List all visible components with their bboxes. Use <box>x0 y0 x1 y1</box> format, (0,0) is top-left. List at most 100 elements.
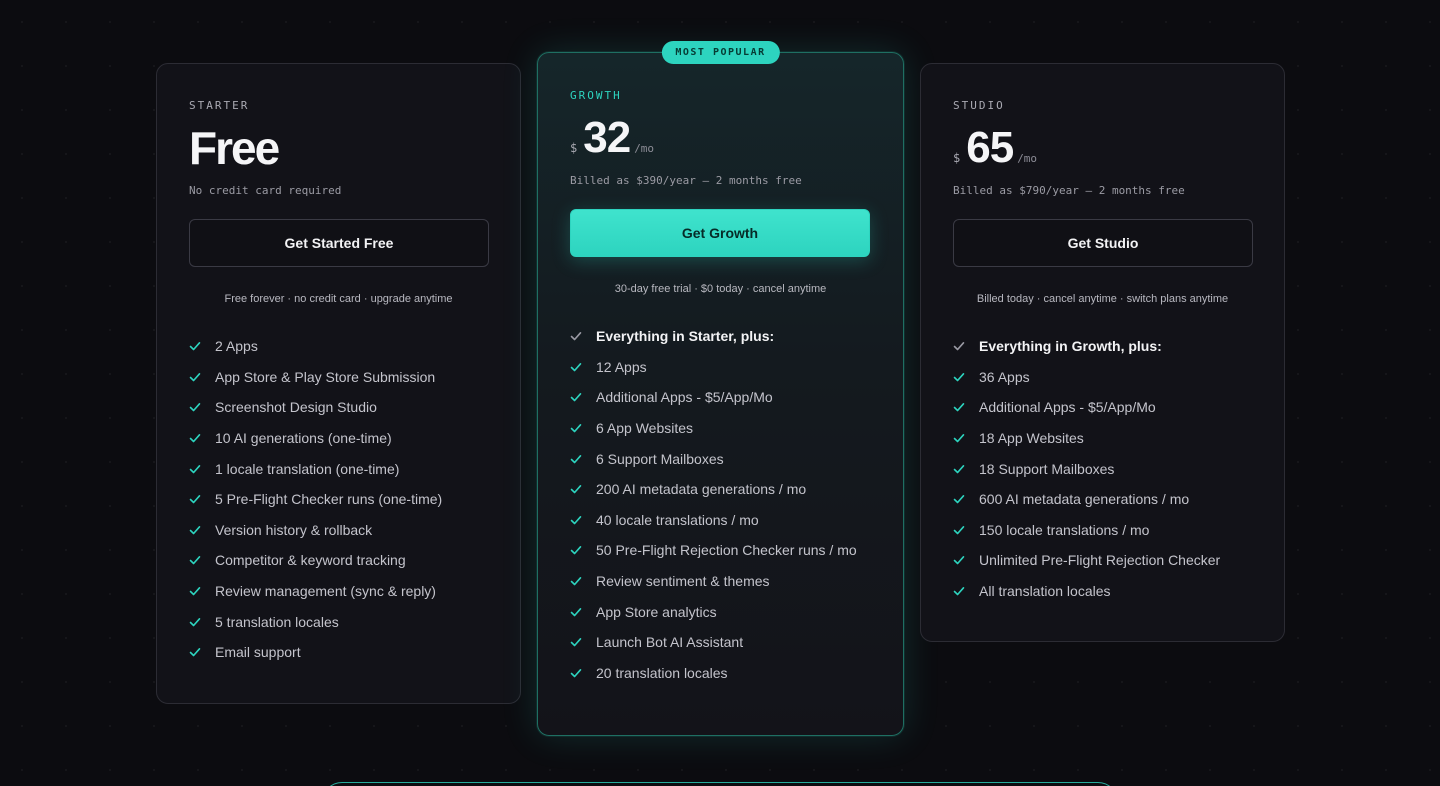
get-started-free-button[interactable]: Get Started Free <box>189 219 489 267</box>
feature-label: 12 Apps <box>596 358 647 375</box>
check-icon <box>189 616 201 628</box>
check-icon <box>570 636 582 648</box>
feature-label: Everything in Starter, plus: <box>596 328 775 345</box>
feature-item: 6 Support Mailboxes <box>570 443 871 474</box>
check-icon <box>570 483 582 495</box>
check-icon <box>189 432 201 444</box>
check-icon <box>189 554 201 566</box>
check-icon <box>189 493 201 505</box>
plan-subtitle: No credit card required <box>189 184 342 197</box>
check-icon <box>570 330 582 342</box>
check-icon <box>570 514 582 526</box>
feature-item: App Store analytics <box>570 596 871 627</box>
feature-item: 5 translation locales <box>189 606 488 637</box>
plan-name: STARTER <box>189 99 250 112</box>
check-icon <box>570 606 582 618</box>
feature-item: App Store & Play Store Submission <box>189 362 488 393</box>
feature-item: 20 translation locales <box>570 658 871 689</box>
feature-item: Additional Apps - $5/App/Mo <box>570 382 871 413</box>
check-icon <box>570 453 582 465</box>
feature-label: App Store analytics <box>596 603 717 620</box>
price-period: /mo <box>1017 152 1038 165</box>
feature-item: 150 locale translations / mo <box>953 515 1252 546</box>
get-studio-button[interactable]: Get Studio <box>953 219 1253 267</box>
feature-label: 5 translation locales <box>215 613 339 630</box>
feature-label: 40 locale translations / mo <box>596 511 759 528</box>
check-icon <box>953 432 965 444</box>
feature-label: 10 AI generations (one-time) <box>215 430 392 447</box>
check-icon <box>570 575 582 587</box>
feature-lead-item: Everything in Starter, plus: <box>570 321 871 352</box>
price: $ 32 /mo <box>570 112 871 164</box>
feature-label: 18 App Websites <box>979 430 1084 447</box>
pricing-card-starter: STARTER Free No credit card required Get… <box>156 63 521 704</box>
feature-item: 10 AI generations (one-time) <box>189 423 488 454</box>
check-icon <box>953 493 965 505</box>
feature-label: 600 AI metadata generations / mo <box>979 491 1190 508</box>
check-icon <box>570 391 582 403</box>
feature-label: 1 locale translation (one-time) <box>215 460 400 477</box>
plan-note: 30-day free trial · $0 today · cancel an… <box>614 283 827 295</box>
pricing-card-studio: STUDIO $ 65 /mo Billed as $790/year — 2 … <box>920 63 1285 642</box>
feature-label: 36 Apps <box>979 368 1030 385</box>
check-icon <box>189 463 201 475</box>
feature-label: Review management (sync & reply) <box>215 583 436 600</box>
check-icon <box>570 544 582 556</box>
feature-label: 20 translation locales <box>596 664 728 681</box>
feature-item: 50 Pre-Flight Rejection Checker runs / m… <box>570 535 871 566</box>
feature-label: 5 Pre-Flight Checker runs (one-time) <box>215 491 443 508</box>
feature-label: 2 Apps <box>215 338 258 355</box>
feature-label: Email support <box>215 644 301 661</box>
feature-label: Competitor & keyword tracking <box>215 552 406 569</box>
check-icon <box>953 524 965 536</box>
feature-label: Review sentiment & themes <box>596 573 770 590</box>
feature-item: Review sentiment & themes <box>570 566 871 597</box>
check-icon <box>189 340 201 352</box>
feature-label: 6 Support Mailboxes <box>596 450 724 467</box>
feature-item: 2 Apps <box>189 331 488 362</box>
feature-item: Version history & rollback <box>189 515 488 546</box>
feature-item: 12 Apps <box>570 352 871 383</box>
feature-item: 18 App Websites <box>953 423 1252 454</box>
price-amount: 65 <box>966 123 1014 172</box>
pricing-card-growth: MOST POPULAR GROWTH $ 32 /mo Billed as $… <box>537 41 904 736</box>
price: Free <box>189 122 488 174</box>
feature-label: Additional Apps - $5/App/Mo <box>979 399 1156 416</box>
feature-item: Email support <box>189 637 488 668</box>
check-icon <box>570 361 582 373</box>
feature-item: 36 Apps <box>953 362 1252 393</box>
check-icon <box>189 646 201 658</box>
feature-item: 600 AI metadata generations / mo <box>953 484 1252 515</box>
plan-subtitle: Billed as $390/year — 2 months free <box>570 174 802 187</box>
get-growth-button[interactable]: Get Growth <box>570 209 870 257</box>
check-icon <box>953 585 965 597</box>
price-free: Free <box>189 122 280 174</box>
plan-name: GROWTH <box>570 89 622 102</box>
plan-name: STUDIO <box>953 99 1005 112</box>
feature-list: Everything in Starter, plus: 12 Apps Addit… <box>570 321 871 688</box>
feature-item: 18 Support Mailboxes <box>953 453 1252 484</box>
feature-item: Competitor & keyword tracking <box>189 545 488 576</box>
feature-label: 200 AI metadata generations / mo <box>596 481 807 498</box>
feature-label: Version history & rollback <box>215 521 373 538</box>
feature-label: 18 Support Mailboxes <box>979 460 1115 477</box>
feature-item: Screenshot Design Studio <box>189 392 488 423</box>
feature-list: Everything in Growth, plus: 36 Apps Additi… <box>953 331 1252 606</box>
plan-note: Free forever · no credit card · upgrade … <box>224 293 453 305</box>
feature-item: 40 locale translations / mo <box>570 505 871 536</box>
price: $ 65 /mo <box>953 122 1252 174</box>
bottom-panel-edge <box>322 782 1118 786</box>
check-icon <box>189 401 201 413</box>
feature-item: Launch Bot AI Assistant <box>570 627 871 658</box>
check-icon <box>953 340 965 352</box>
price-period: /mo <box>634 142 655 155</box>
feature-lead-item: Everything in Growth, plus: <box>953 331 1252 362</box>
feature-label: Additional Apps - $5/App/Mo <box>596 389 773 406</box>
price-currency: $ <box>570 141 578 155</box>
check-icon <box>953 463 965 475</box>
check-icon <box>953 371 965 383</box>
plan-subtitle: Billed as $790/year — 2 months free <box>953 184 1185 197</box>
price-currency: $ <box>953 151 961 165</box>
feature-label: 6 App Websites <box>596 420 694 437</box>
price-amount: 32 <box>583 113 631 162</box>
